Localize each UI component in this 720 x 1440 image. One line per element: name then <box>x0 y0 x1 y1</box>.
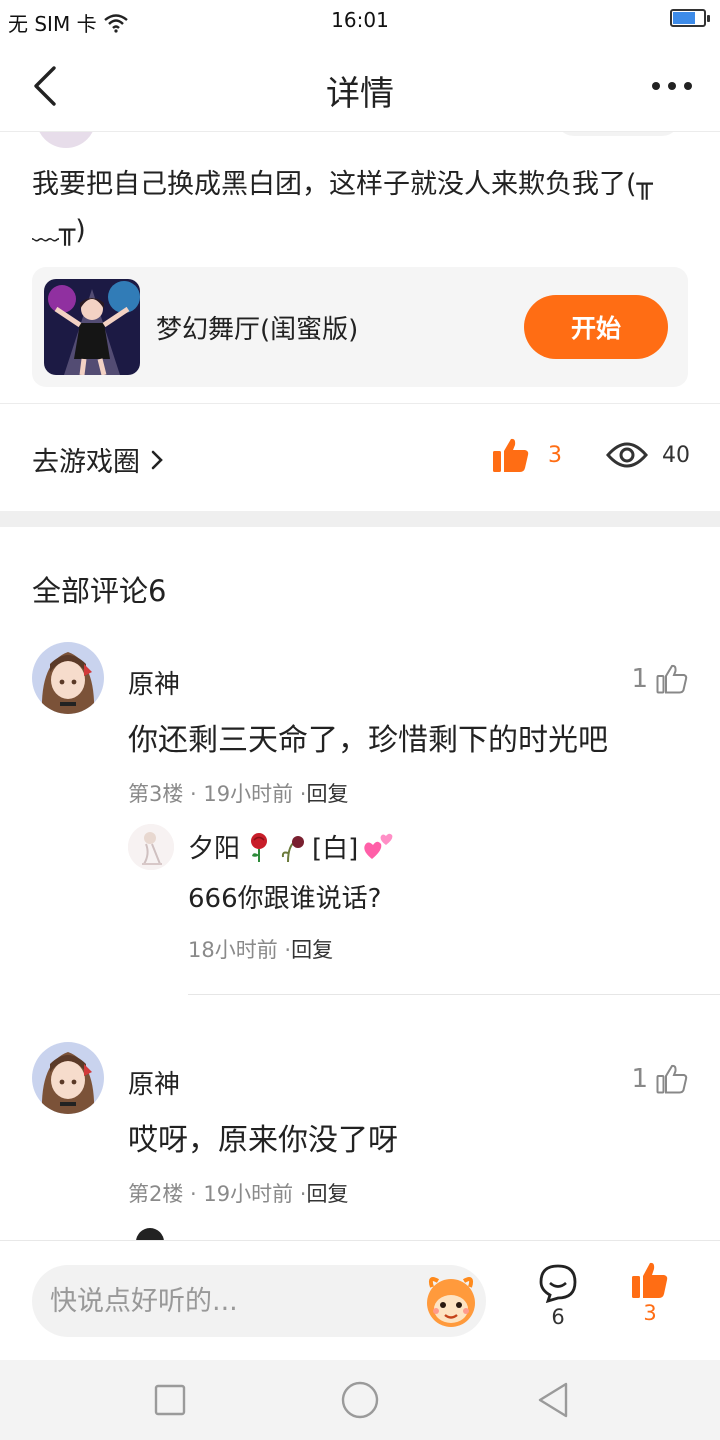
rose-icon <box>251 832 268 862</box>
avatar[interactable] <box>32 1042 104 1114</box>
battery-icon <box>670 9 710 27</box>
wilted-rose-icon <box>281 835 305 862</box>
commenter-name[interactable]: 原神 <box>128 1064 180 1101</box>
top-nav-bar: 详情 <box>0 40 720 132</box>
comments-button[interactable]: 6 <box>530 1263 586 1329</box>
commenter-name[interactable]: 原神 <box>128 664 180 701</box>
author-avatar[interactable] <box>36 132 96 148</box>
like-count: 3 <box>643 1301 657 1325</box>
post-text-line: 我要把自己换成黑白团，这样子就没人来欺负我了(╥ <box>32 169 653 200</box>
system-nav-bar <box>0 1360 720 1440</box>
post-text-line: ﹏╥) <box>32 215 86 246</box>
game-circle-label: 去游戏圈 <box>32 447 140 478</box>
comment-like-count: 1 <box>631 1064 648 1094</box>
hearts-icon <box>364 833 393 859</box>
comment-text: 你还剩三天命了，珍惜剩下的时光吧 <box>128 723 608 758</box>
avatar[interactable] <box>32 642 104 714</box>
clock: 16:01 <box>331 8 389 32</box>
reply-link[interactable]: 回复 <box>306 1182 348 1206</box>
reply-author-name: 夕阳 <box>188 834 241 864</box>
start-game-button[interactable]: 开始 <box>524 295 668 359</box>
comment-like-count: 1 <box>631 664 648 694</box>
comment-text: 哎呀，原来你没了呀 <box>128 1123 398 1158</box>
comment-like-button[interactable]: 1 <box>631 1064 688 1094</box>
chevron-right-icon <box>151 450 163 469</box>
comment-floor-time: 第2楼 · 19小时前 · <box>128 1182 307 1206</box>
reply-author-suffix: [白] <box>312 834 359 864</box>
home-icon[interactable] <box>340 1380 380 1420</box>
page-title: 详情 <box>326 74 394 114</box>
game-card[interactable]: 梦幻舞厅(闺蜜版) 开始 <box>32 267 688 387</box>
divider <box>0 403 720 404</box>
post-like-button[interactable]: 3 <box>492 437 562 473</box>
reply-text: 666你跟谁说话? <box>188 884 382 914</box>
thumbs-up-icon <box>493 438 529 472</box>
comment-floor-time: 第3楼 · 19小时前 · <box>128 782 307 806</box>
recent-apps-icon[interactable] <box>150 1380 190 1420</box>
comment-bubble-icon <box>539 1264 577 1303</box>
thumbs-up-icon <box>656 664 688 694</box>
reply-author[interactable]: 夕阳 [白] <box>188 828 396 865</box>
avatar[interactable] <box>128 824 174 870</box>
post-body: 我要把自己换成黑白团，这样子就没人来欺负我了(╥ ﹏╥) <box>32 162 692 254</box>
comment-count: 6 <box>551 1305 565 1329</box>
reply-meta: 18小时前 ·回复 <box>188 934 333 964</box>
comments-header: 全部评论6 <box>32 574 167 608</box>
back-icon[interactable] <box>534 1380 574 1420</box>
game-name[interactable]: 梦幻舞厅(闺蜜版) <box>156 309 358 346</box>
reply-link[interactable]: 回复 <box>306 782 348 806</box>
like-button[interactable]: 3 <box>622 1261 678 1325</box>
status-bar: 无 SIM 卡 16:01 <box>0 0 720 40</box>
game-icon[interactable] <box>44 279 140 375</box>
view-stat: 40 <box>606 439 690 471</box>
reply-time: 18小时前 · <box>188 938 292 962</box>
comment-meta: 第2楼 · 19小时前 ·回复 <box>128 1178 348 1208</box>
divider <box>188 994 720 995</box>
section-separator <box>0 511 720 527</box>
scroll-content[interactable]: 我要把自己换成黑白团，这样子就没人来欺负我了(╥ ﹏╥) 梦幻舞厅(闺蜜版) 开… <box>0 132 720 1240</box>
comment-meta: 第3楼 · 19小时前 ·回复 <box>128 778 348 808</box>
mascot-icon[interactable] <box>422 1273 480 1329</box>
comment-input-bar: 6 3 <box>0 1240 720 1360</box>
comment-input[interactable] <box>32 1265 486 1337</box>
comment-like-button[interactable]: 1 <box>631 664 688 694</box>
next-reply-avatar[interactable] <box>130 1220 170 1240</box>
game-circle-link[interactable]: 去游戏圈 <box>32 440 164 479</box>
more-dots-icon[interactable] <box>648 64 696 108</box>
post-like-count: 3 <box>548 442 562 468</box>
follow-button[interactable] <box>556 132 680 136</box>
view-count: 40 <box>662 442 690 468</box>
thumbs-up-icon <box>632 1262 668 1298</box>
thumbs-up-icon <box>656 1064 688 1094</box>
eye-icon <box>606 442 648 468</box>
reply-link[interactable]: 回复 <box>291 938 333 962</box>
